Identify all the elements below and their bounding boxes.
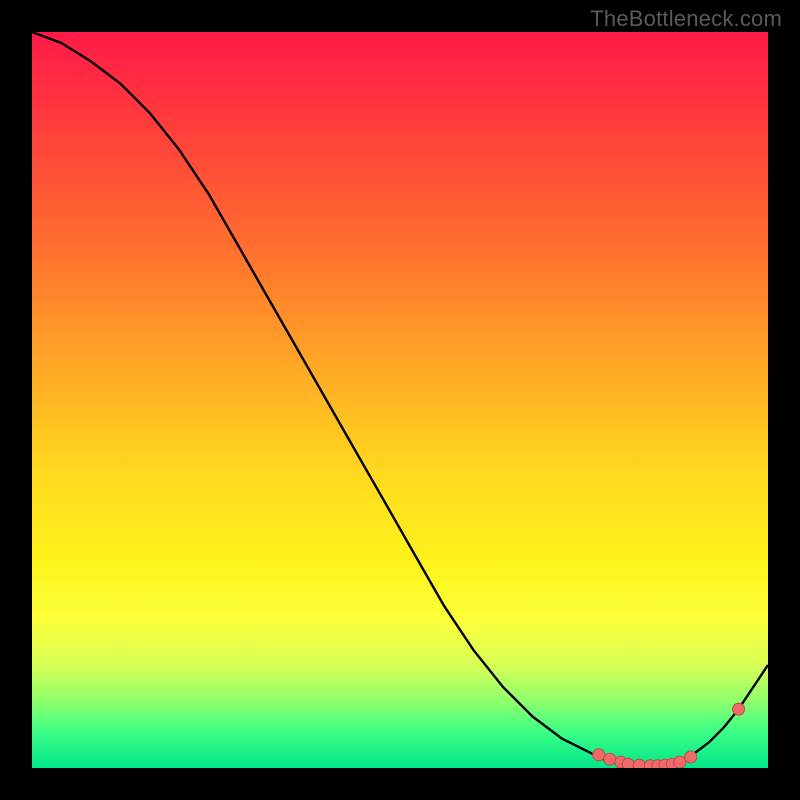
data-marker — [733, 703, 745, 715]
chart-frame: TheBottleneck.com — [0, 0, 800, 800]
bottleneck-curve — [32, 32, 768, 766]
data-marker — [633, 759, 645, 768]
curve-layer — [32, 32, 768, 768]
plot-area — [32, 32, 768, 768]
data-marker — [644, 760, 656, 768]
marker-group — [593, 703, 745, 768]
data-marker — [685, 751, 697, 763]
data-marker — [604, 753, 616, 765]
data-marker — [652, 760, 664, 768]
data-marker — [615, 756, 627, 768]
data-marker — [659, 759, 671, 768]
watermark-label: TheBottleneck.com — [590, 6, 782, 32]
data-marker — [622, 758, 634, 768]
data-marker — [674, 756, 686, 768]
data-marker — [666, 758, 678, 768]
data-marker — [593, 749, 605, 761]
